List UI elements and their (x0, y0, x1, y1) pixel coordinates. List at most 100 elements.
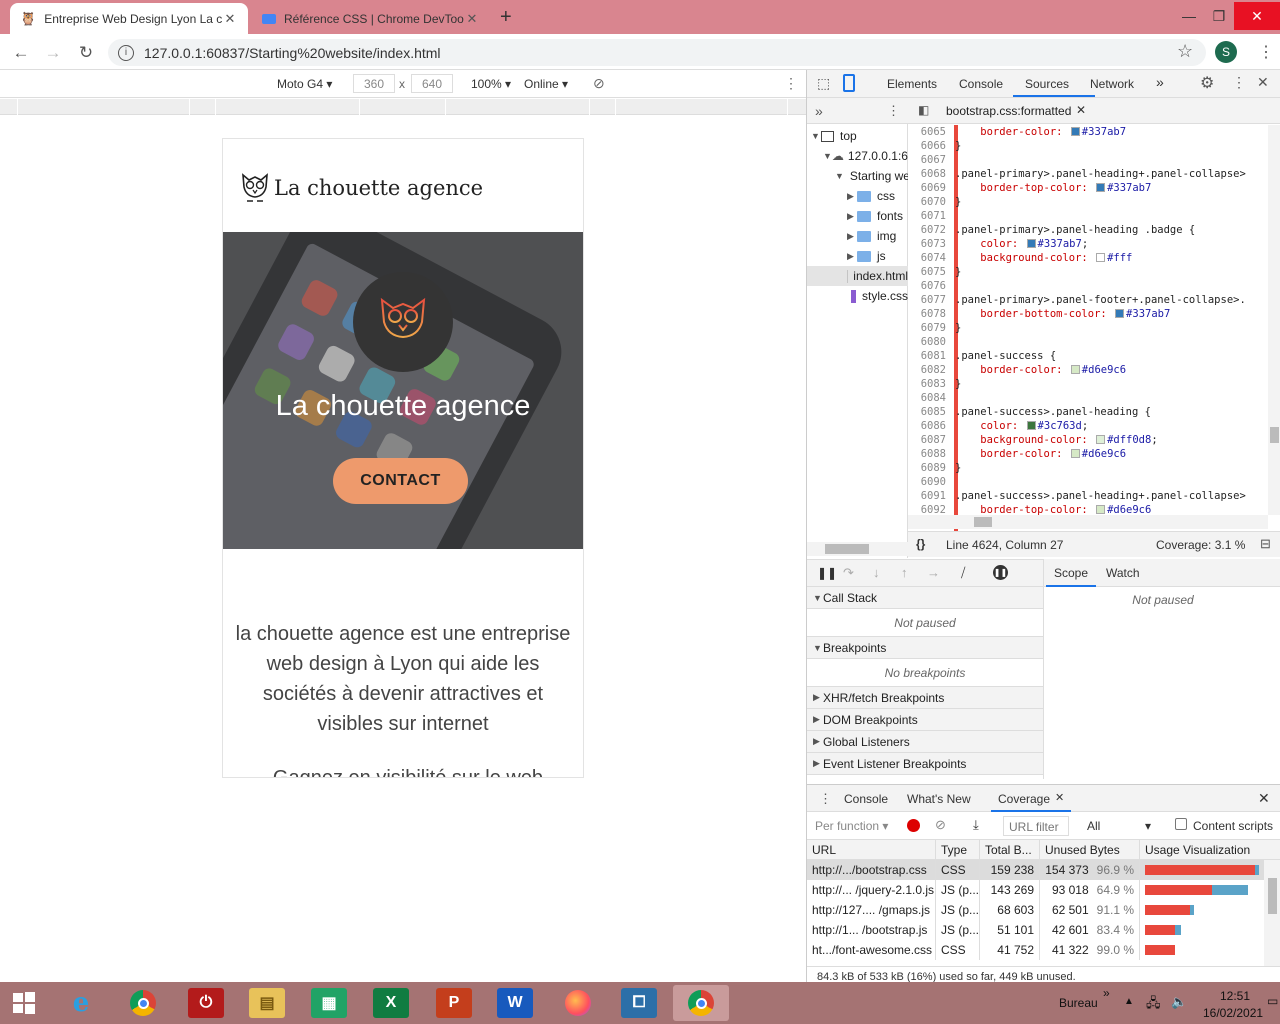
word-icon[interactable]: W (497, 988, 533, 1018)
coverage-scrollbar[interactable] (1264, 860, 1280, 966)
record-icon[interactable] (907, 819, 920, 832)
device-select[interactable]: Moto G4 ▾ (277, 77, 332, 91)
close-tab-icon[interactable]: ✕ (464, 11, 480, 27)
close-coverage-tab-icon[interactable]: ✕ (1055, 791, 1064, 804)
clock-time[interactable]: 12:51 (1220, 989, 1250, 1003)
power-app-icon[interactable]: ⏻ (188, 988, 224, 1018)
tab-network[interactable]: Network (1090, 77, 1134, 91)
coverage-row[interactable]: http://... /jquery-2.1.0.js JS (p... 143 2… (807, 880, 1264, 900)
tree-expand-icon[interactable]: ▼ (823, 151, 832, 161)
color-swatch-icon[interactable] (1096, 253, 1106, 262)
tree-expand-icon[interactable]: ▼ (811, 131, 821, 141)
tree-item[interactable]: ▼☁127.0.0.1:60837 (807, 146, 908, 166)
reload-icon[interactable]: ↻ (75, 42, 97, 64)
color-swatch-icon[interactable] (1096, 435, 1106, 444)
type-filter-select[interactable]: All ▾ (1087, 819, 1157, 833)
navigator-menu-icon[interactable]: ⋮ (887, 103, 900, 119)
tree-item[interactable]: ▶ js (807, 246, 908, 266)
export-icon[interactable]: ⤓ (973, 817, 979, 833)
tree-item[interactable]: ▶ css (807, 186, 908, 206)
col-unused[interactable]: Unused Bytes (1040, 840, 1140, 860)
site-logo[interactable]: La chouette agence (240, 171, 483, 205)
settings-gear-icon[interactable]: ⚙ (1200, 73, 1214, 93)
profile-avatar[interactable]: S (1215, 41, 1237, 63)
pretty-print-button[interactable]: {} (916, 537, 925, 551)
bureau-toolbar-label[interactable]: Bureau (1059, 996, 1098, 1010)
width-input[interactable]: 360 (353, 74, 395, 93)
more-navigator-tabs-icon[interactable]: » (815, 103, 823, 119)
color-swatch-icon[interactable] (1070, 127, 1080, 136)
back-icon[interactable]: ← (10, 42, 32, 64)
network-icon[interactable]: 🖧 (1146, 994, 1161, 1016)
toolbar-expand-icon[interactable]: » (1103, 986, 1110, 1000)
dom-breakpoints-header[interactable]: ▶ DOM Breakpoints (807, 709, 1043, 731)
drawer-menu-icon[interactable]: ⋮ (819, 791, 832, 807)
xhr-breakpoints-header[interactable]: ▶ XHR/fetch Breakpoints (807, 687, 1043, 709)
drawer-tab-coverage[interactable]: Coverage (998, 792, 1050, 806)
new-tab-button[interactable]: + (500, 6, 512, 29)
col-usage[interactable]: Usage Visualization (1140, 840, 1280, 860)
color-swatch-icon[interactable] (1096, 183, 1106, 192)
excel-icon[interactable]: X (373, 988, 409, 1018)
height-input[interactable]: 640 (411, 74, 453, 93)
site-info-icon[interactable]: i (118, 44, 134, 61)
color-swatch-icon[interactable] (1026, 239, 1036, 248)
tree-expand-icon[interactable]: ▶ (847, 211, 857, 222)
deactivate-breakpoints-icon[interactable]: ⧸ (961, 565, 965, 581)
close-devtools-icon[interactable]: ✕ (1257, 74, 1269, 91)
bookmark-star-icon[interactable]: ☆ (1177, 41, 1193, 62)
inspect-element-icon[interactable]: ⬚ (817, 75, 830, 92)
pause-on-exceptions-icon[interactable]: ❚❚ (993, 565, 1008, 580)
tree-expand-icon[interactable]: ▶ (847, 231, 857, 242)
navigator-scrollbar[interactable] (807, 542, 908, 556)
file-explorer-icon[interactable]: ▤ (249, 988, 285, 1018)
call-stack-header[interactable]: ▼ Call Stack (807, 587, 1043, 609)
show-hidden-icons-icon[interactable]: ▲ (1124, 996, 1134, 1007)
col-url[interactable]: URL (807, 840, 936, 860)
clock-date[interactable]: 16/02/2021 (1203, 1006, 1263, 1020)
tree-expand-icon[interactable]: ▶ (847, 191, 857, 202)
step-into-icon[interactable]: ↓ (873, 565, 880, 580)
zoom-select[interactable]: 100% ▾ (471, 77, 511, 91)
pause-icon[interactable]: ❚❚ (817, 566, 837, 580)
coverage-row[interactable]: http://1... /bootstrap.js JS (p... 51 101 4… (807, 920, 1264, 940)
close-editor-tab-icon[interactable]: ✕ (1076, 103, 1086, 117)
toggle-debugger-icon[interactable]: ⊟ (1260, 536, 1271, 552)
color-swatch-icon[interactable] (1115, 309, 1125, 318)
tree-item[interactable]: style.css (807, 286, 908, 306)
notifications-icon[interactable]: ▭ (1267, 994, 1278, 1008)
col-total[interactable]: Total B... (980, 840, 1040, 860)
tree-item[interactable]: index.html (807, 266, 908, 286)
contact-button[interactable]: CONTACT (333, 458, 468, 504)
drawer-tab-whats-new[interactable]: What's New (907, 792, 971, 806)
editor-v-scrollbar[interactable] (1268, 125, 1280, 515)
chrome-taskbar-icon[interactable] (125, 988, 161, 1018)
drawer-tab-console[interactable]: Console (844, 792, 888, 806)
tab-css-reference[interactable]: Référence CSS | Chrome DevToo ✕ (252, 3, 490, 34)
step-out-icon[interactable]: ↑ (901, 565, 908, 580)
spreadsheet-app-icon[interactable]: ▦ (311, 988, 347, 1018)
editor-tab-bootstrap[interactable]: bootstrap.css:formatted (946, 104, 1071, 118)
tab-watch[interactable]: Watch (1106, 566, 1140, 580)
internet-explorer-icon[interactable]: e (63, 988, 99, 1018)
coverage-row[interactable]: ht.../font-awesome.css CSS 41 752 41 322 99.… (807, 940, 1264, 960)
event-listener-breakpoints-header[interactable]: ▶ Event Listener Breakpoints (807, 753, 1043, 775)
step-icon[interactable]: → (927, 565, 940, 580)
rotate-icon[interactable]: ⊘ (593, 75, 605, 92)
devtools-menu-icon[interactable]: ⋮ (1232, 74, 1246, 91)
tab-chouette-agence[interactable]: 🦉 Entreprise Web Design Lyon La c ✕ (10, 3, 248, 34)
url-filter-input[interactable]: URL filter (1003, 816, 1069, 836)
device-options-icon[interactable]: ⋮ (784, 75, 798, 92)
close-drawer-icon[interactable]: ✕ (1258, 790, 1270, 807)
media-query-bar[interactable] (0, 99, 806, 115)
color-swatch-icon[interactable] (1026, 421, 1036, 430)
chrome-active-taskbar-icon[interactable] (673, 985, 729, 1021)
sandbox-app-icon[interactable]: ⧠ (621, 988, 657, 1018)
tab-console[interactable]: Console (959, 77, 1003, 91)
editor-h-scrollbar[interactable] (908, 515, 1268, 529)
volume-icon[interactable]: 🔈 (1171, 994, 1187, 1010)
windows-start-icon[interactable] (6, 988, 42, 1018)
powerpoint-icon[interactable]: P (436, 988, 472, 1018)
tree-item[interactable]: ▶ fonts (807, 206, 908, 226)
address-bar[interactable]: i 127.0.0.1:60837/Starting%20website/ind… (108, 39, 1206, 66)
